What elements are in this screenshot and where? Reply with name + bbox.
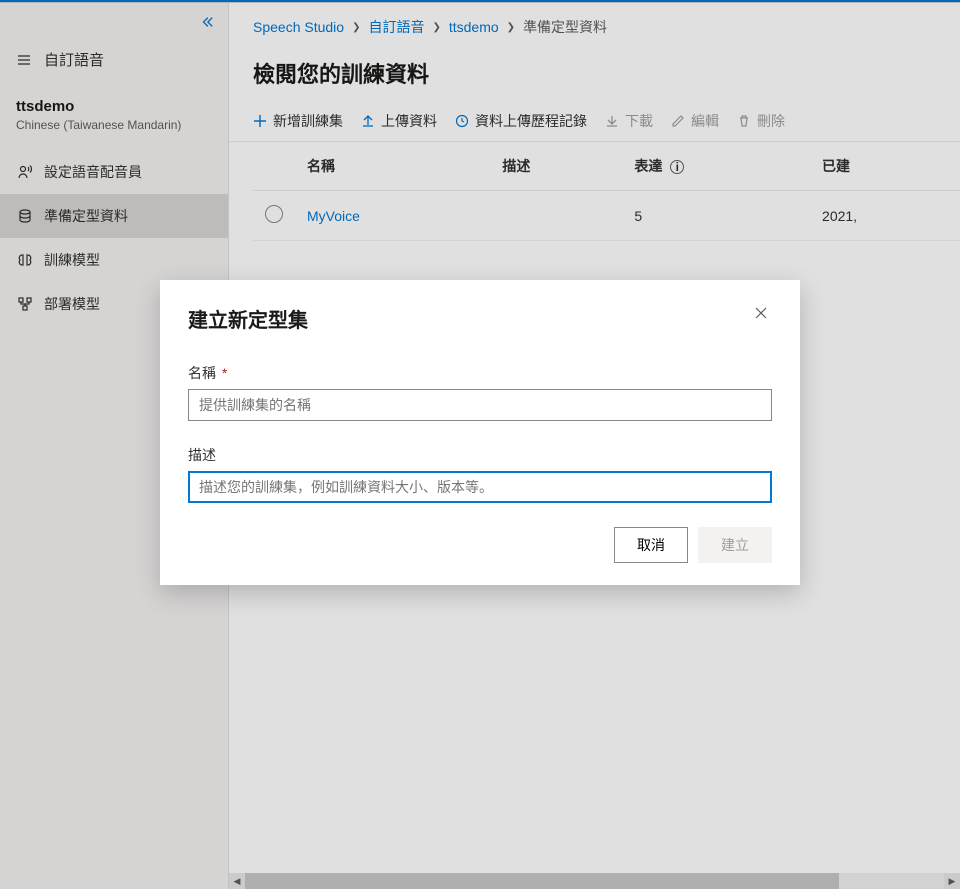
create-training-set-dialog: 建立新定型集 名稱 * 描述 取消 建立 [160, 280, 800, 585]
name-label: 名稱 [188, 365, 216, 381]
close-icon[interactable] [750, 304, 772, 322]
name-field: 名稱 * [188, 363, 772, 421]
modal-overlay[interactable]: 建立新定型集 名稱 * 描述 取消 建立 [0, 0, 960, 889]
dialog-title: 建立新定型集 [188, 304, 308, 333]
create-button: 建立 [698, 527, 772, 563]
required-indicator: * [222, 365, 227, 381]
cancel-button[interactable]: 取消 [614, 527, 688, 563]
desc-input[interactable] [188, 471, 772, 503]
desc-field: 描述 [188, 445, 772, 503]
desc-label: 描述 [188, 447, 216, 463]
name-input[interactable] [188, 389, 772, 421]
